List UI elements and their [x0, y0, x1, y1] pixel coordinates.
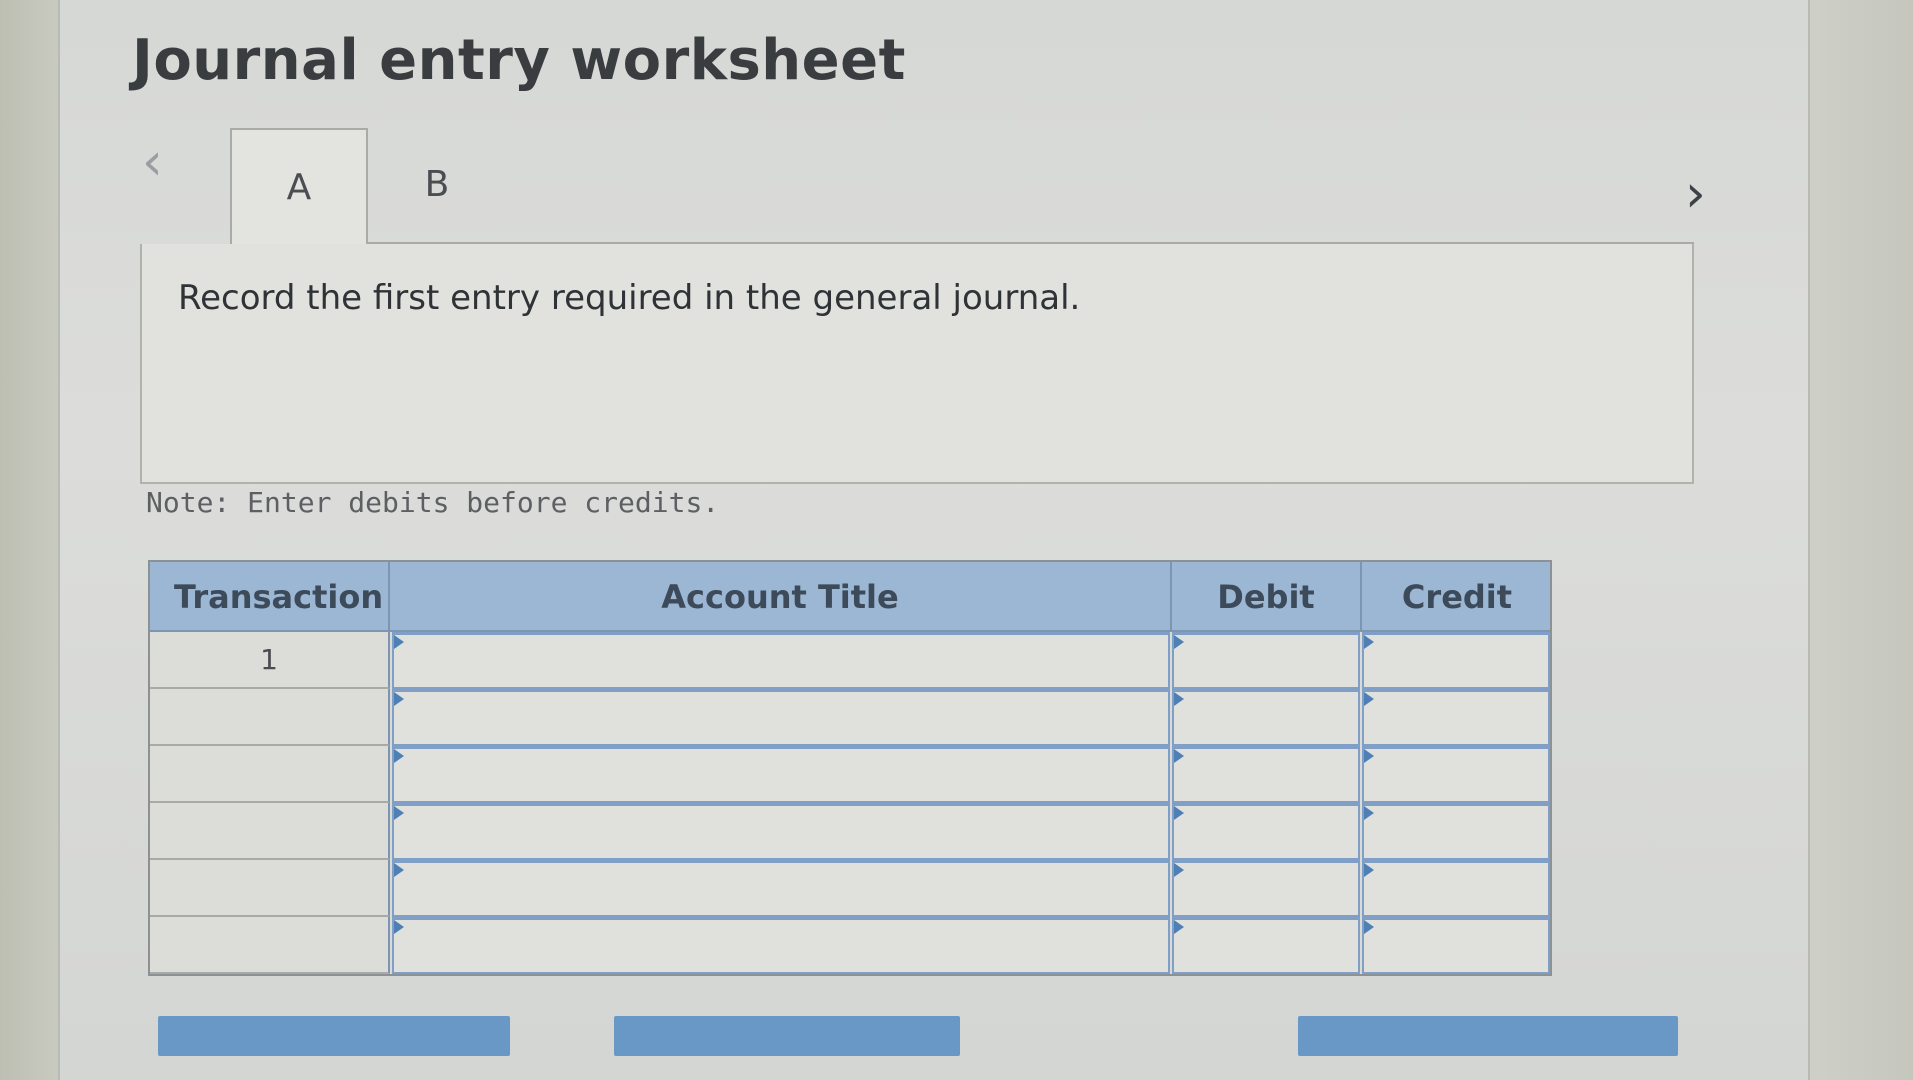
worksheet-title: Journal entry worksheet	[132, 28, 906, 93]
dropdown-marker-icon	[1174, 863, 1184, 877]
table-row	[150, 746, 1550, 803]
table-header: Transaction Account Title Debit Credit	[150, 562, 1550, 632]
dropdown-marker-icon	[394, 863, 404, 877]
dropdown-marker-icon	[394, 806, 404, 820]
dropdown-marker-icon	[1174, 749, 1184, 763]
debit-input[interactable]	[1172, 860, 1360, 917]
record-entry-button[interactable]	[158, 1016, 510, 1056]
journal-table: Transaction Account Title Debit Credit 1	[148, 560, 1552, 976]
transaction-cell	[150, 746, 390, 803]
clear-entry-button[interactable]	[614, 1016, 960, 1056]
entry-note: Note: Enter debits before credits.	[146, 486, 720, 519]
account-title-input[interactable]	[392, 689, 1170, 746]
dropdown-marker-icon	[1364, 635, 1374, 649]
view-general-journal-button[interactable]	[1298, 1016, 1678, 1056]
dropdown-marker-icon	[394, 920, 404, 934]
account-title-input[interactable]	[392, 632, 1170, 689]
credit-input[interactable]	[1362, 803, 1550, 860]
table-row	[150, 689, 1550, 746]
dropdown-marker-icon	[1364, 749, 1374, 763]
header-debit: Debit	[1172, 562, 1362, 632]
account-title-input[interactable]	[392, 803, 1170, 860]
transaction-cell	[150, 917, 390, 974]
transaction-cell	[150, 860, 390, 917]
dropdown-marker-icon	[394, 635, 404, 649]
tab-b[interactable]: B	[378, 128, 496, 240]
tab-a-label: A	[286, 166, 312, 208]
dropdown-marker-icon	[1364, 806, 1374, 820]
transaction-cell	[150, 803, 390, 860]
debit-input[interactable]	[1172, 689, 1360, 746]
debit-input[interactable]	[1172, 917, 1360, 974]
dropdown-marker-icon	[1364, 692, 1374, 706]
table-row	[150, 860, 1550, 917]
dropdown-marker-icon	[1174, 806, 1184, 820]
dropdown-marker-icon	[394, 692, 404, 706]
debit-input[interactable]	[1172, 803, 1360, 860]
header-transaction: Transaction	[150, 562, 390, 632]
tab-a[interactable]: A	[230, 128, 368, 244]
account-title-input[interactable]	[392, 917, 1170, 974]
chevron-right-icon[interactable]: ›	[1685, 168, 1706, 220]
dropdown-marker-icon	[1174, 692, 1184, 706]
transaction-cell: 1	[150, 632, 390, 689]
account-title-input[interactable]	[392, 746, 1170, 803]
table-row	[150, 917, 1550, 974]
dropdown-marker-icon	[1174, 920, 1184, 934]
table-row	[150, 803, 1550, 860]
dropdown-marker-icon	[1364, 920, 1374, 934]
tab-b-label: B	[424, 163, 450, 205]
prompt-text: Record the first entry required in the g…	[178, 278, 1081, 318]
transaction-cell	[150, 689, 390, 746]
debit-input[interactable]	[1172, 746, 1360, 803]
header-account-title: Account Title	[390, 562, 1172, 632]
dropdown-marker-icon	[1364, 863, 1374, 877]
chevron-left-icon[interactable]: ‹	[142, 136, 163, 188]
credit-input[interactable]	[1362, 689, 1550, 746]
header-credit: Credit	[1401, 578, 1513, 616]
account-title-input[interactable]	[392, 860, 1170, 917]
table-row: 1	[150, 632, 1550, 689]
credit-input[interactable]	[1362, 632, 1550, 689]
dropdown-marker-icon	[1174, 635, 1184, 649]
debit-input[interactable]	[1172, 632, 1360, 689]
credit-input[interactable]	[1362, 917, 1550, 974]
dropdown-marker-icon	[394, 749, 404, 763]
credit-input[interactable]	[1362, 746, 1550, 803]
credit-input[interactable]	[1362, 860, 1550, 917]
